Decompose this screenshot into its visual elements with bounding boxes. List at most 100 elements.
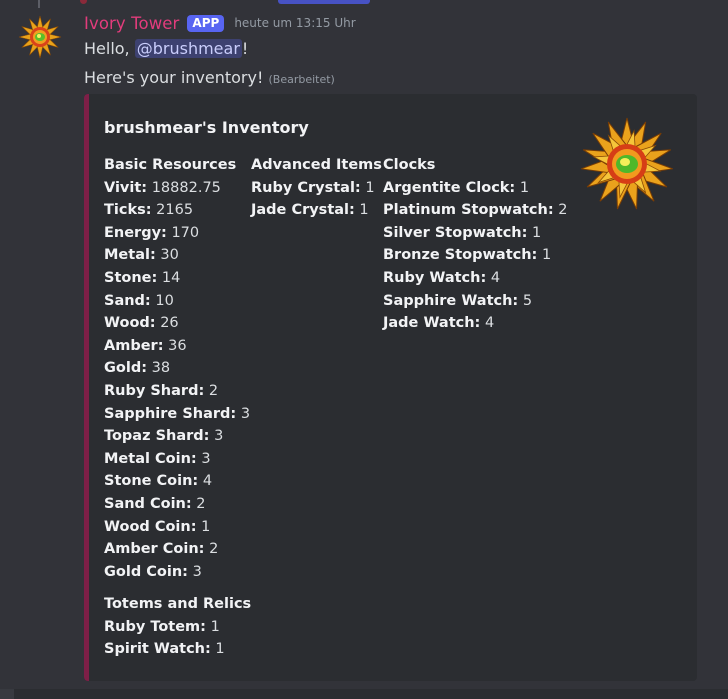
totems-relics-list: Ruby Totem: 1 Spirit Watch: 1	[104, 616, 251, 661]
inventory-row: Sapphire Watch: 5	[383, 290, 567, 313]
item-quantity: 3	[201, 450, 211, 467]
item-quantity: 1	[359, 202, 369, 219]
basic-resources-title: Basic Resources	[104, 157, 237, 173]
inventory-row: Ruby Totem: 1	[104, 616, 251, 639]
inventory-row: Jade Crystal: 1	[251, 199, 382, 222]
item-name: Metal Coin:	[104, 450, 197, 467]
inventory-row: Ruby Watch: 4	[383, 267, 567, 290]
inventory-row: Sand Coin: 2	[104, 493, 250, 516]
item-quantity: 1	[201, 518, 211, 535]
item-quantity: 5	[522, 292, 533, 309]
item-name: Ruby Crystal:	[251, 179, 361, 196]
advanced-items-title: Advanced Items	[251, 157, 382, 173]
inventory-row: Sapphire Shard: 3	[104, 403, 250, 426]
message-body: Here's your inventory!	[84, 68, 264, 87]
inventory-row: Metal: 30	[104, 244, 250, 267]
item-quantity: 10	[155, 292, 174, 309]
inventory-row: Silver Stopwatch: 1	[383, 222, 567, 245]
item-quantity: 38	[151, 360, 171, 377]
item-name: Gold:	[104, 360, 148, 377]
item-name: Sand:	[104, 292, 151, 309]
item-name: Vivit:	[104, 179, 148, 196]
inventory-row: Bronze Stopwatch: 1	[383, 244, 567, 267]
inventory-row: Topaz Shard: 3	[104, 425, 250, 448]
message-timestamp[interactable]: heute um 13:15 Uhr	[234, 16, 355, 30]
item-name: Sapphire Shard:	[104, 405, 237, 422]
basic-resources-field: Basic Resources Vivit: 18882.75 Ticks: 21…	[104, 154, 250, 583]
item-name: Platinum Stopwatch:	[383, 202, 554, 219]
embed-title: brushmear's Inventory	[104, 118, 309, 137]
inventory-row: Stone Coin: 4	[104, 470, 250, 493]
bottom-corner	[0, 689, 14, 699]
inventory-row: Gold Coin: 3	[104, 561, 250, 584]
item-quantity: 4	[202, 473, 213, 490]
edited-marker[interactable]: (Bearbeitet)	[268, 73, 334, 86]
sun-avatar-icon[interactable]	[18, 15, 62, 59]
item-quantity: 1	[365, 179, 375, 196]
item-name: Metal:	[104, 247, 156, 264]
message-header: Ivory Tower APP heute um 13:15 Uhr	[84, 12, 356, 34]
item-name: Ruby Shard:	[104, 382, 205, 399]
inventory-row: Energy: 170	[104, 222, 250, 245]
inventory-row: Stone: 14	[104, 267, 250, 290]
item-name: Amber:	[104, 337, 164, 354]
item-name: Amber Coin:	[104, 541, 205, 558]
message-text: Here's your inventory! (Bearbeitet)	[84, 68, 335, 87]
item-name: Sapphire Watch:	[383, 292, 519, 309]
item-quantity: 170	[171, 224, 200, 241]
user-mention[interactable]: @brushmear	[134, 39, 242, 58]
inventory-row: Sand: 10	[104, 290, 250, 313]
item-quantity: 2	[558, 202, 568, 219]
item-name: Stone Coin:	[104, 473, 199, 490]
embed-accent-bar	[84, 94, 89, 681]
item-quantity: 2	[209, 541, 219, 558]
item-quantity: 4	[484, 315, 495, 332]
item-name: Argentite Clock:	[383, 179, 516, 196]
message-input-edge	[0, 689, 728, 699]
item-name: Wood Coin:	[104, 518, 197, 535]
inventory-row: Argentite Clock: 1	[383, 177, 567, 200]
basic-resources-list: Vivit: 18882.75 Ticks: 2165 Energy: 170 Met…	[104, 177, 250, 584]
inventory-row: Ruby Shard: 2	[104, 380, 250, 403]
item-quantity: 18882.75	[151, 179, 221, 196]
totems-relics-title: Totems and Relics	[104, 596, 252, 612]
clocks-title: Clocks	[383, 157, 436, 173]
totems-relics-field: Totems and Relics Ruby Totem: 1 Spirit Wa…	[104, 593, 251, 661]
inventory-row: Jade Watch: 4	[383, 312, 567, 335]
inventory-row: Ruby Crystal: 1	[251, 177, 382, 200]
greeting-suffix: !	[241, 39, 249, 58]
inventory-row: Wood: 26	[104, 312, 250, 335]
sun-thumbnail-icon[interactable]	[579, 116, 675, 212]
clocks-field: Clocks Argentite Clock: 1 Platinum Stopwa…	[383, 154, 567, 335]
author-name[interactable]: Ivory Tower	[84, 14, 179, 33]
inventory-row: Ticks: 2165	[104, 199, 250, 222]
inventory-embed: brushmear's Inventory Basic Resources Vi…	[84, 94, 697, 681]
advanced-items-field: Advanced Items Ruby Crystal: 1 Jade Cryst…	[251, 154, 382, 222]
item-name: Topaz Shard:	[104, 428, 210, 445]
app-badge: APP	[187, 14, 225, 32]
item-quantity: 14	[161, 269, 181, 286]
item-name: Ruby Totem:	[104, 618, 206, 635]
item-quantity: 1	[519, 179, 530, 196]
inventory-row: Spirit Watch: 1	[104, 638, 251, 661]
inventory-row: Gold: 38	[104, 357, 250, 380]
item-name: Ticks:	[104, 202, 152, 219]
inventory-row: Metal Coin: 3	[104, 448, 250, 471]
inventory-row: Amber: 36	[104, 335, 250, 358]
item-quantity: 4	[490, 269, 501, 286]
previous-button-edge	[278, 0, 370, 4]
item-quantity: 30	[160, 247, 179, 264]
item-name: Jade Crystal:	[251, 202, 355, 219]
item-quantity: 26	[160, 315, 179, 332]
item-quantity: 3	[214, 428, 224, 445]
clocks-list: Argentite Clock: 1 Platinum Stopwatch: 2 S…	[383, 177, 567, 335]
item-name: Silver Stopwatch:	[383, 224, 528, 241]
reply-thread-line	[38, 0, 40, 8]
item-quantity: 2165	[156, 202, 194, 219]
item-quantity: 1	[210, 618, 220, 635]
item-quantity: 2	[208, 382, 219, 399]
inventory-row: Amber Coin: 2	[104, 538, 250, 561]
item-name: Bronze Stopwatch:	[383, 247, 538, 264]
item-quantity: 36	[168, 337, 187, 354]
item-quantity: 3	[192, 563, 202, 580]
